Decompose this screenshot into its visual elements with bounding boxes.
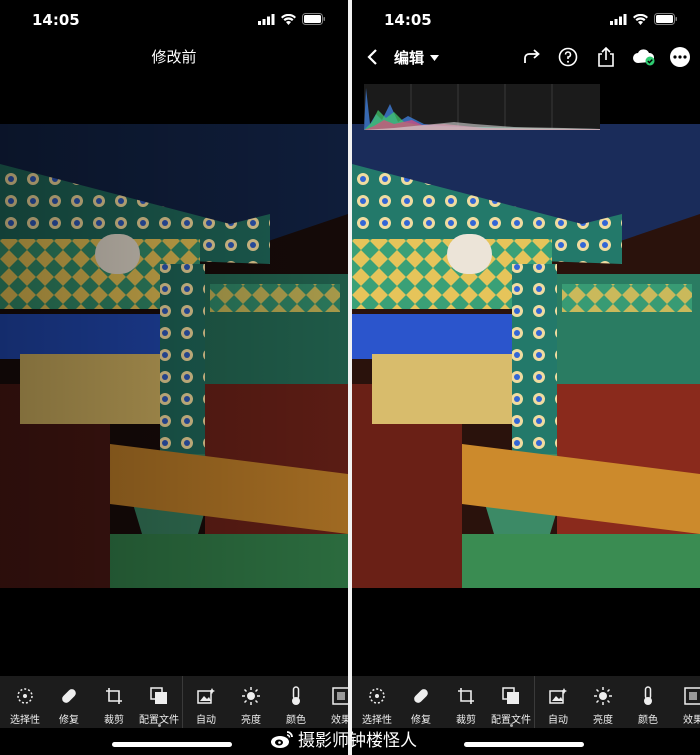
tools-toolbar-right: 选择性 修复 裁剪 配置文件 自动 亮度 颜色 效果 xyxy=(352,676,700,728)
cloud-synced-icon xyxy=(633,49,655,66)
crop-icon xyxy=(458,688,474,704)
effects-icon xyxy=(332,687,348,705)
chevron-left-icon xyxy=(367,49,377,65)
tool-brightness[interactable]: 亮度 xyxy=(226,676,276,728)
battery-icon xyxy=(302,13,325,25)
histogram-graph xyxy=(364,84,600,130)
edit-title: 编辑 xyxy=(394,49,425,67)
redo-button[interactable] xyxy=(520,45,544,69)
share-button[interactable] xyxy=(594,45,618,69)
help-button[interactable] xyxy=(556,45,580,69)
edit-mode-dropdown[interactable]: 编辑 xyxy=(394,47,440,68)
help-icon xyxy=(558,47,578,67)
more-icon xyxy=(670,47,690,67)
wifi-icon xyxy=(633,13,648,25)
auto-icon xyxy=(549,688,567,704)
profiles-icon xyxy=(150,687,167,704)
caret-down-icon xyxy=(430,54,440,61)
signal-icon xyxy=(258,13,275,25)
tool-profiles[interactable]: 配置文件 xyxy=(486,676,536,728)
redo-icon xyxy=(524,49,540,63)
status-icons xyxy=(258,13,326,25)
tool-color[interactable]: 颜色 xyxy=(623,676,673,728)
edit-topbar: 编辑 xyxy=(352,40,700,74)
tool-selective[interactable]: 选择性 xyxy=(352,676,402,728)
status-bar: 14:05 xyxy=(352,0,700,40)
watermark: 摄影师钟楼怪人 xyxy=(270,726,417,751)
tool-heal[interactable]: 修复 xyxy=(44,676,94,728)
brightness-sun-icon xyxy=(594,687,612,705)
tool-effects[interactable]: 效果 xyxy=(668,676,700,728)
home-indicator xyxy=(112,742,232,747)
tools-toolbar-left: 选择性 修复 裁剪 配置文件 自动 亮度 颜色 效果 xyxy=(0,676,348,728)
tool-crop[interactable]: 裁剪 xyxy=(441,676,491,728)
selective-icon xyxy=(17,688,33,704)
home-indicator xyxy=(464,742,584,747)
tool-color[interactable]: 颜色 xyxy=(271,676,321,728)
status-time: 14:05 xyxy=(384,11,432,29)
brightness-sun-icon xyxy=(242,687,260,705)
tool-effects[interactable]: 效果 xyxy=(316,676,348,728)
status-icons xyxy=(610,13,678,25)
crop-icon xyxy=(106,688,122,704)
tool-selective[interactable]: 选择性 xyxy=(0,676,50,728)
more-button[interactable] xyxy=(668,45,692,69)
signal-icon xyxy=(610,13,627,25)
weibo-logo-icon xyxy=(271,730,293,748)
wifi-icon xyxy=(281,13,296,25)
status-bar: 14:05 xyxy=(0,0,348,40)
tool-auto[interactable]: 自动 xyxy=(533,676,583,728)
color-thermometer-icon xyxy=(292,686,300,705)
heal-bandage-icon xyxy=(414,689,428,703)
tool-profiles[interactable]: 配置文件 xyxy=(134,676,184,728)
active-dot xyxy=(510,724,513,727)
watermark-text: 摄影师钟楼怪人 xyxy=(298,731,417,751)
battery-icon xyxy=(654,13,677,25)
tool-brightness[interactable]: 亮度 xyxy=(578,676,628,728)
selective-icon xyxy=(369,688,385,704)
effects-icon xyxy=(684,687,700,705)
color-thermometer-icon xyxy=(644,686,652,705)
share-icon xyxy=(598,47,614,67)
active-dot xyxy=(158,724,161,727)
tool-auto[interactable]: 自动 xyxy=(181,676,231,728)
histogram xyxy=(364,84,600,130)
profiles-icon xyxy=(502,687,519,704)
before-title: 修改前 xyxy=(151,48,197,66)
tool-crop[interactable]: 裁剪 xyxy=(89,676,139,728)
back-button[interactable] xyxy=(362,46,384,68)
status-time: 14:05 xyxy=(32,11,80,29)
before-photo xyxy=(0,124,348,588)
tool-heal[interactable]: 修复 xyxy=(396,676,446,728)
cloud-sync-button[interactable] xyxy=(632,45,656,69)
after-photo xyxy=(352,124,700,588)
heal-bandage-icon xyxy=(62,689,76,703)
before-pane: 14:05 修改前 选择性 修复 裁剪 配置文件 自动 亮度 颜色 效果 xyxy=(0,0,348,755)
auto-icon xyxy=(197,688,215,704)
after-pane: 14:05 编辑 选择性 修复 裁剪 配置文件 自动 亮度 颜色 效果 xyxy=(352,0,700,755)
